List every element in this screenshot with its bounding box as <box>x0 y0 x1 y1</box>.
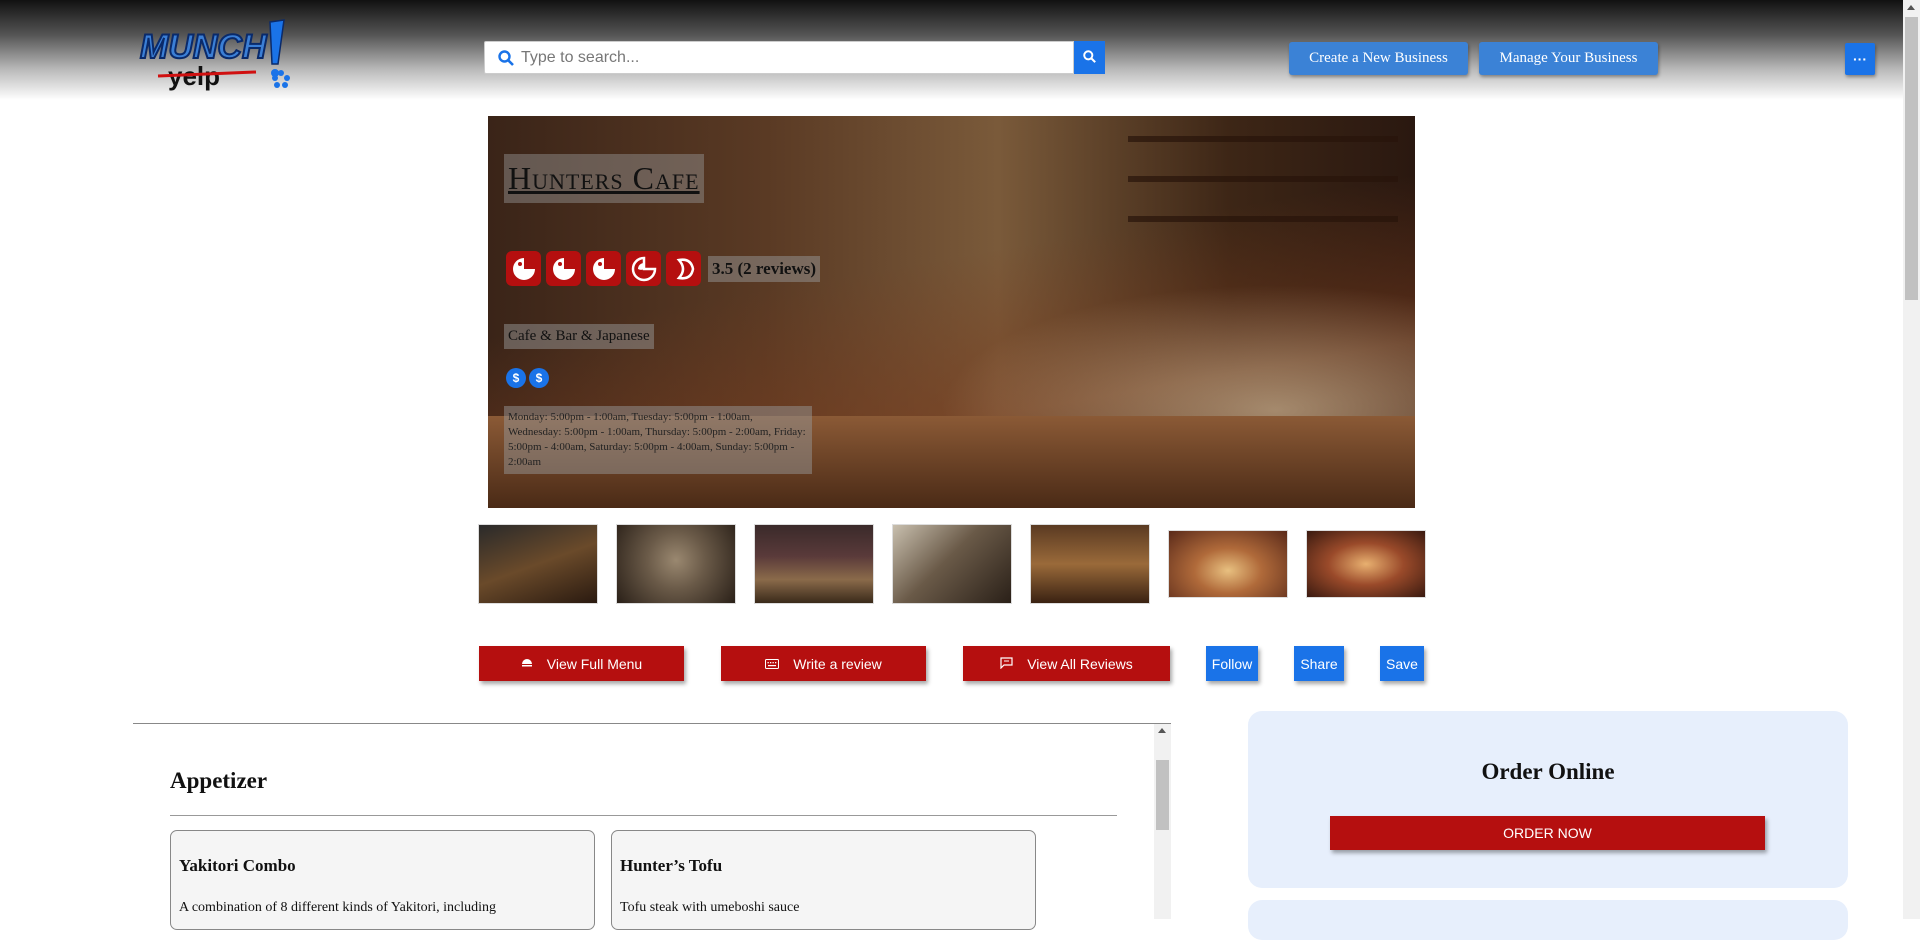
menu-item-name: Yakitori Combo <box>179 856 296 875</box>
more-options-button[interactable]: ··· <box>1845 43 1875 75</box>
business-hours: Monday: 5:00pm - 1:00am, Tuesday: 5:00pm… <box>504 406 812 474</box>
page-scroll-thumb[interactable] <box>1905 17 1918 300</box>
write-review-button[interactable]: Write a review <box>721 646 926 681</box>
munch-yelp-logo[interactable]: MUNCH yelp <box>138 18 293 93</box>
rating-full-icon <box>506 251 541 286</box>
business-hero-image: Hunters Cafe 3.5 (2 reviews) Cafe & Bar … <box>488 116 1415 508</box>
gallery-thumbnail[interactable] <box>892 524 1012 604</box>
rating-full-icon <box>586 251 621 286</box>
view-full-menu-button[interactable]: View Full Menu <box>479 646 684 681</box>
rating-row: 3.5 (2 reviews) <box>506 251 821 286</box>
gallery-thumbnail[interactable] <box>478 524 598 604</box>
search-icon <box>1083 49 1096 66</box>
button-label: Write a review <box>793 655 882 672</box>
save-button[interactable]: Save <box>1380 646 1424 681</box>
button-label: View Full Menu <box>546 655 643 672</box>
price-level: $ $ <box>506 368 549 388</box>
menu-scrollbar[interactable] <box>1154 724 1171 919</box>
search-button[interactable] <box>1074 41 1105 74</box>
order-now-button[interactable]: ORDER NOW <box>1330 816 1765 850</box>
hero-decor <box>1128 176 1398 182</box>
food-icon <box>521 656 533 672</box>
section-divider <box>170 815 1117 816</box>
search-input[interactable] <box>484 41 1074 74</box>
create-business-button[interactable]: Create a New Business <box>1289 42 1468 75</box>
gallery-thumbnail[interactable] <box>616 524 736 604</box>
rating-summary: 3.5 (2 reviews) <box>708 255 821 282</box>
rating-half-icon <box>626 251 661 286</box>
rating-full-icon <box>546 251 581 286</box>
hero-decor <box>1128 216 1398 222</box>
business-categories: Cafe & Bar & Japanese <box>504 324 654 349</box>
order-online-title: Order Online <box>1481 759 1615 784</box>
search-bar <box>484 41 1106 74</box>
menu-item-card[interactable]: Hunter’s Tofu Tofu steak with umeboshi s… <box>611 830 1036 930</box>
secondary-panel <box>1248 900 1848 940</box>
business-name: Hunters Cafe <box>504 154 704 203</box>
top-header: MUNCH yelp Create a New Business Manage … <box>0 0 1903 100</box>
manage-business-button[interactable]: Manage Your Business <box>1479 42 1658 75</box>
search-icon <box>498 50 514 66</box>
menu-item-name: Hunter’s Tofu <box>620 856 723 875</box>
price-symbol: $ <box>506 368 526 388</box>
menu-item-card[interactable]: Yakitori Combo A combination of 8 differ… <box>170 830 595 930</box>
comment-icon <box>1000 656 1013 672</box>
gallery-thumbnail[interactable] <box>1168 530 1288 598</box>
keyboard-icon <box>765 656 780 672</box>
hero-decor <box>1128 136 1398 142</box>
page-scrollbar[interactable] <box>1903 0 1920 919</box>
price-symbol: $ <box>529 368 549 388</box>
menu-divider <box>133 723 1171 724</box>
rating-empty-icon <box>666 251 701 286</box>
button-label: View All Reviews <box>1027 655 1133 672</box>
menu-item-description: Tofu steak with umeboshi sauce <box>620 900 800 915</box>
gallery-thumbnail[interactable] <box>1030 524 1150 604</box>
scroll-up-icon[interactable] <box>1158 728 1166 733</box>
menu-section-title: Appetizer <box>170 768 268 793</box>
order-online-panel: Order Online ORDER NOW <box>1248 711 1848 888</box>
follow-button[interactable]: Follow <box>1206 646 1258 681</box>
menu-item-description: A combination of 8 different kinds of Ya… <box>179 900 497 915</box>
gallery-thumbnail[interactable] <box>754 524 874 604</box>
share-button[interactable]: Share <box>1294 646 1344 681</box>
scroll-up-icon[interactable] <box>1907 5 1915 10</box>
menu-scroll-thumb[interactable] <box>1156 760 1169 830</box>
view-all-reviews-button[interactable]: View All Reviews <box>963 646 1170 681</box>
gallery-thumbnail[interactable] <box>1306 530 1426 598</box>
